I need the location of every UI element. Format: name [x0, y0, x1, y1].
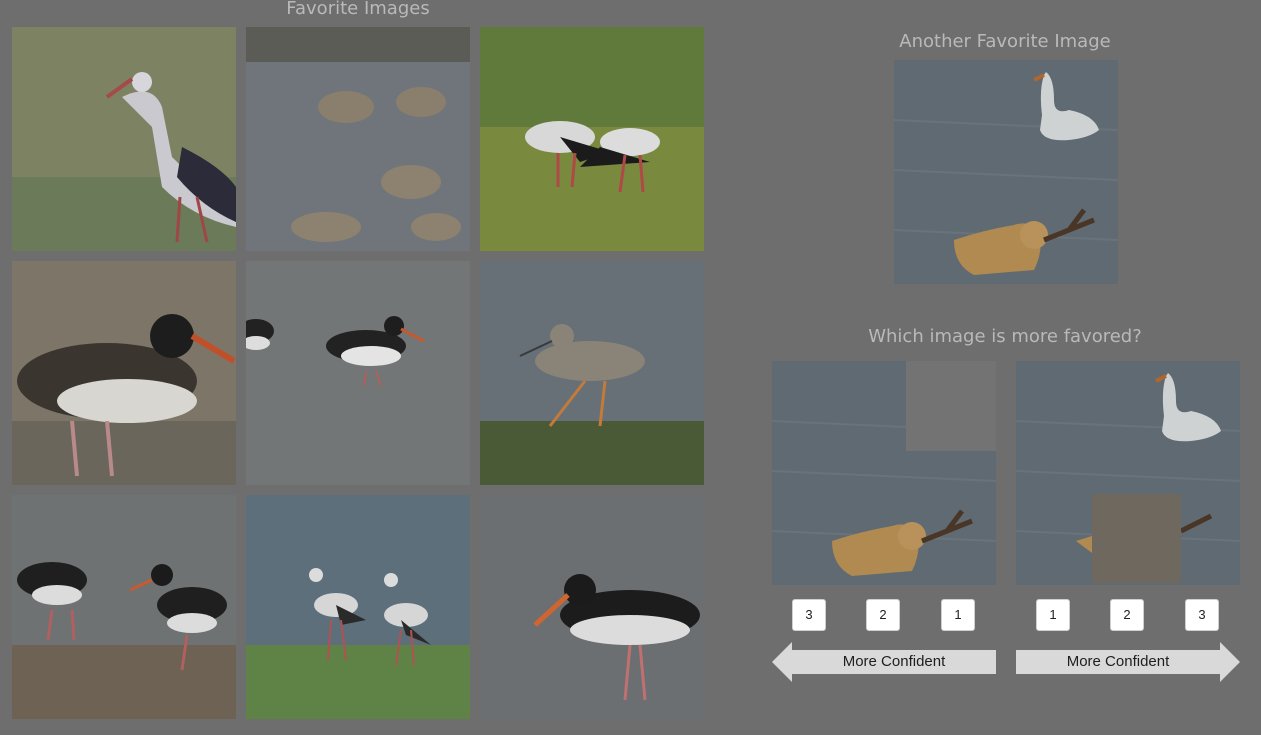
question-title: Which image is more favored? [868, 326, 1142, 347]
query-image [894, 60, 1118, 284]
favorite-image-3 [480, 27, 704, 251]
left-confidence-arrow: More Confident [772, 642, 996, 682]
rank-right-1-button[interactable]: 1 [1036, 599, 1070, 631]
favorite-image-6 [480, 261, 704, 485]
favorite-images-title: Favorite Images [286, 0, 430, 19]
rank-left-3-button[interactable]: 3 [792, 599, 826, 631]
favorite-image-4 [12, 261, 236, 485]
favorite-image-1 [12, 27, 236, 251]
rank-left-1-button[interactable]: 1 [941, 599, 975, 631]
favorite-image-5 [246, 261, 470, 485]
left-arrow-label: More Confident [842, 653, 946, 670]
favorite-image-2 [246, 27, 470, 251]
right-arrow-label: More Confident [1066, 653, 1170, 670]
rank-right-2-button[interactable]: 2 [1110, 599, 1144, 631]
rank-left-2-button[interactable]: 2 [866, 599, 900, 631]
candidate-image-right[interactable] [1016, 361, 1240, 585]
candidate-image-left[interactable] [772, 361, 996, 585]
right-confidence-arrow: More Confident [1016, 642, 1240, 682]
occlusion-patch [1092, 494, 1181, 583]
favorite-image-7 [12, 495, 236, 719]
occlusion-patch [906, 361, 996, 451]
rank-right-3-button[interactable]: 3 [1185, 599, 1219, 631]
favorite-image-8 [246, 495, 470, 719]
favorite-image-9 [480, 495, 704, 719]
another-favorite-title: Another Favorite Image [899, 31, 1111, 52]
